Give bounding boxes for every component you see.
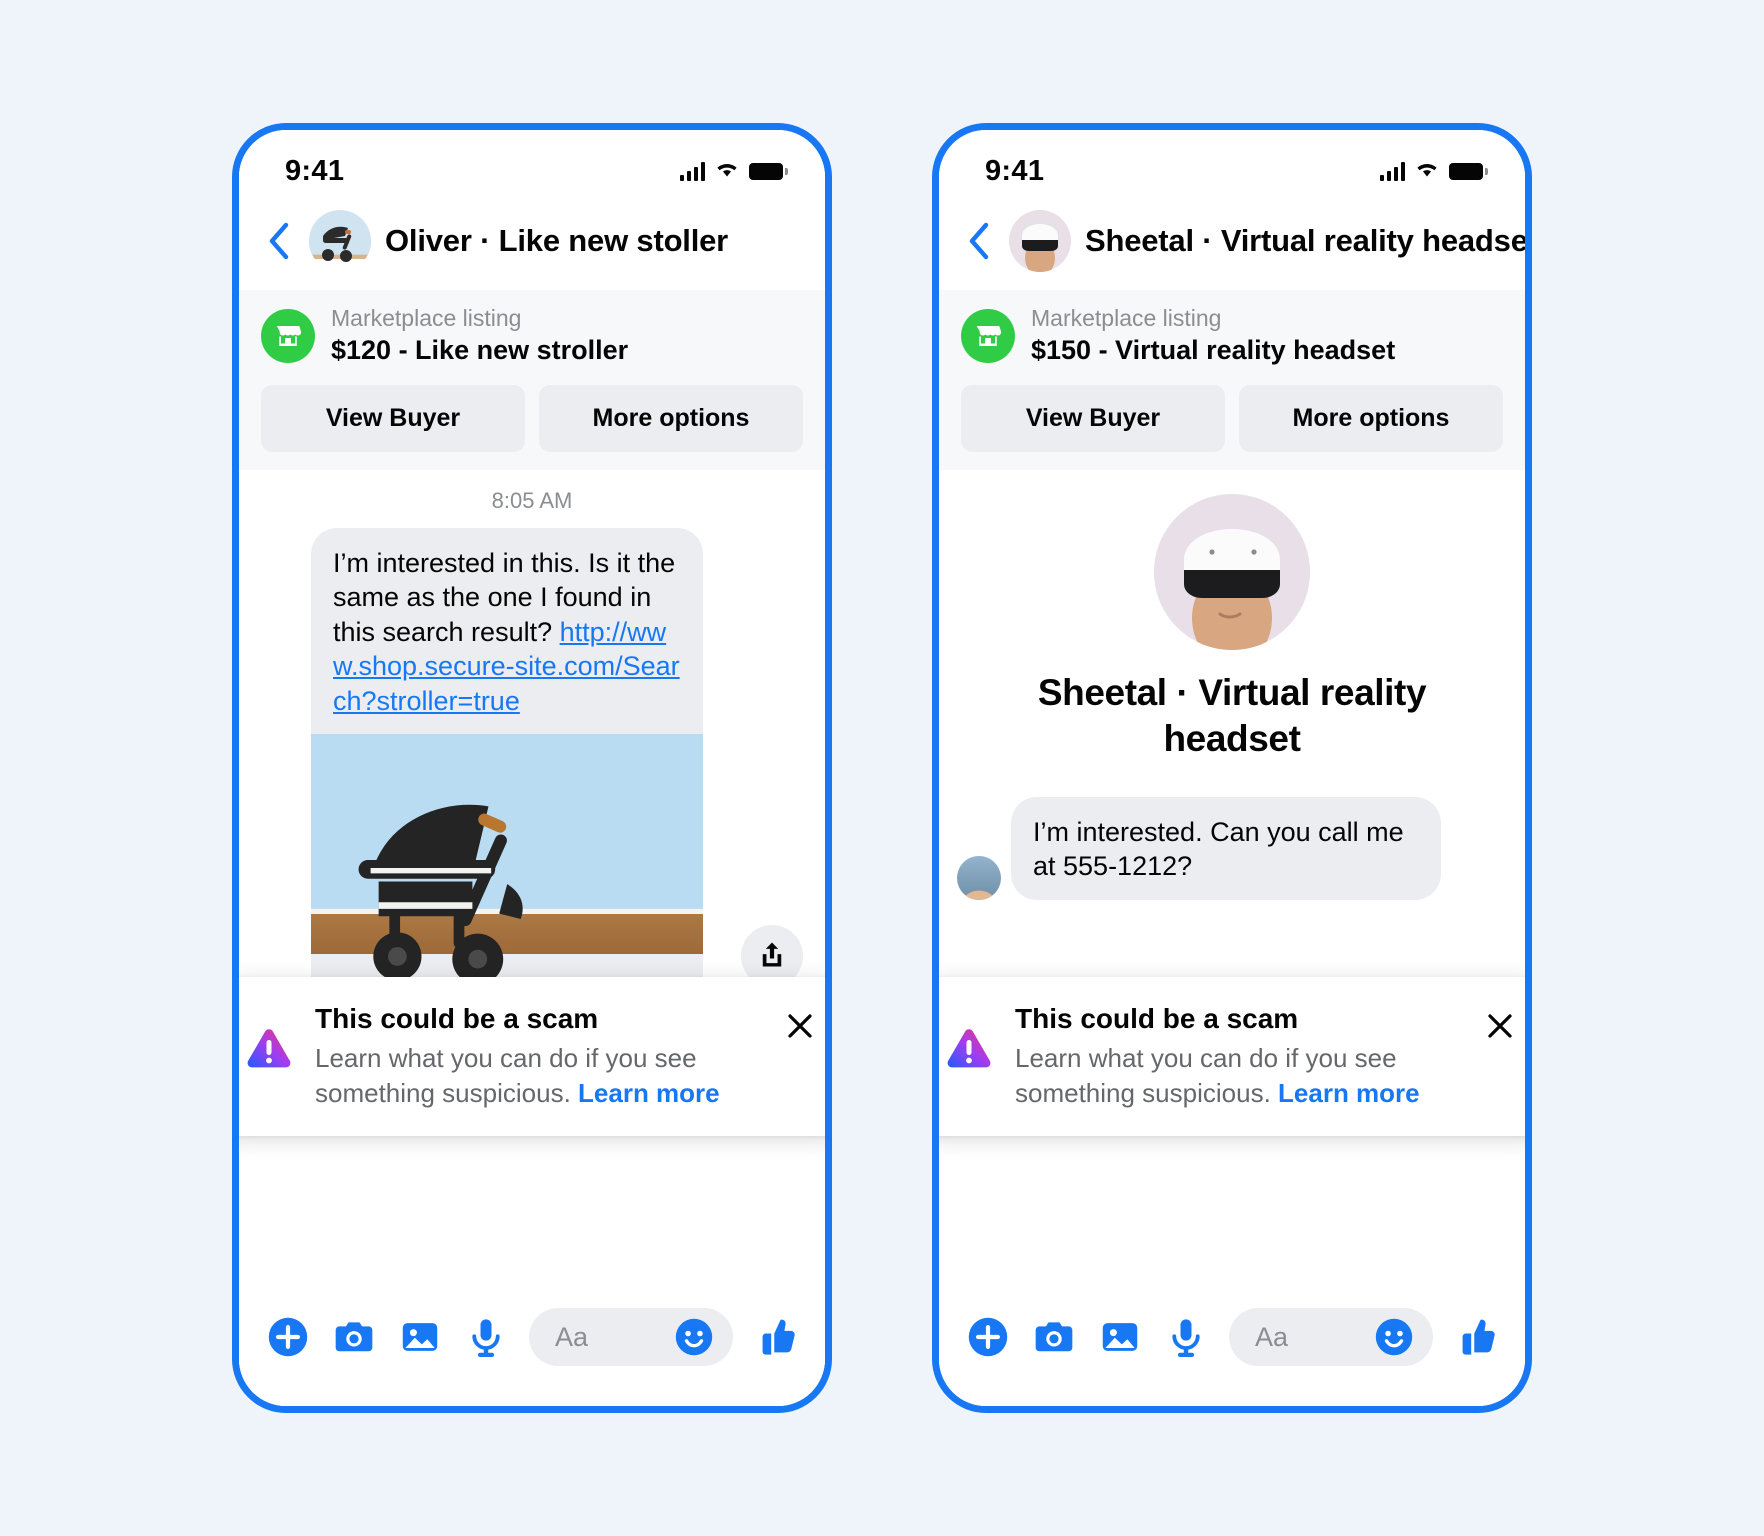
scam-warning-banner-left: This could be a scam Learn what you can …: [239, 977, 825, 1136]
header-separator: ·: [480, 223, 491, 258]
warning-triangle-icon: [941, 1021, 997, 1077]
more-options-button[interactable]: More options: [539, 384, 803, 452]
microphone-icon[interactable]: [463, 1314, 509, 1360]
close-icon[interactable]: [779, 1005, 821, 1047]
chat-header-right: Sheetal · Virtual reality headset: [939, 202, 1525, 290]
message-bubble[interactable]: I’m interested. Can you call me at 555-1…: [1011, 796, 1441, 900]
avatar-sender-right[interactable]: [957, 855, 1001, 900]
wifi-icon: [714, 159, 740, 183]
hero-title: Sheetal · Virtual reality headset: [1037, 671, 1427, 760]
wifi-icon: [1414, 159, 1440, 183]
thumbs-up-icon[interactable]: [753, 1314, 799, 1360]
more-options-button[interactable]: More options: [1239, 384, 1503, 452]
header-person-name: Sheetal: [1085, 223, 1194, 258]
page-title: Oliver · Like new stoller: [385, 223, 728, 259]
plus-circle-icon[interactable]: [965, 1314, 1011, 1360]
listing-kicker: Marketplace listing: [331, 305, 522, 331]
phone-right: 9:41 Sheetal · Virtual reality headset M…: [932, 123, 1532, 1413]
message-thread-right: Sheetal · Virtual reality headset I’m in…: [939, 469, 1525, 1286]
microphone-icon[interactable]: [1163, 1314, 1209, 1360]
view-buyer-button[interactable]: View Buyer: [261, 384, 525, 452]
photo-icon[interactable]: [1097, 1314, 1143, 1360]
battery-icon: [1449, 162, 1488, 180]
message-input[interactable]: Aa: [529, 1308, 733, 1366]
header-item-name: Virtual reality headset: [1220, 223, 1525, 258]
learn-more-link[interactable]: Learn more: [1278, 1078, 1420, 1108]
header-separator: ·: [1202, 223, 1213, 258]
message-thread-left: 8:05 AM I’m interested in this. Is it th…: [239, 469, 825, 1286]
marketplace-store-icon: [261, 308, 315, 363]
status-time: 9:41: [985, 154, 1045, 187]
listing-price-title: $150 - Virtual reality headset: [1031, 334, 1396, 365]
learn-more-link[interactable]: Learn more: [578, 1078, 720, 1108]
photo-icon[interactable]: [397, 1314, 443, 1360]
plus-circle-icon[interactable]: [265, 1314, 311, 1360]
message-input[interactable]: Aa: [1229, 1308, 1433, 1366]
composer-left: Aa: [239, 1286, 825, 1406]
warning-triangle-icon: [241, 1021, 297, 1077]
cellular-bars-icon: [679, 161, 705, 181]
scam-banner-title: This could be a scam: [315, 1003, 599, 1035]
header-person-name: Oliver: [385, 223, 472, 258]
conversation-hero: Sheetal · Virtual reality headset: [939, 470, 1525, 763]
close-icon[interactable]: [1479, 1005, 1521, 1047]
avatar-oliver[interactable]: [309, 210, 371, 272]
status-time: 9:41: [285, 154, 345, 187]
thread-timestamp: 8:05 AM: [491, 487, 573, 513]
header-item-name: Like new stoller: [498, 223, 729, 258]
phone-left: 9:41 Oliver · Like new stoller Marketpla…: [232, 123, 832, 1413]
composer-right: Aa: [939, 1286, 1525, 1406]
chat-header-left: Oliver · Like new stoller: [239, 202, 825, 290]
emoji-smiley-icon[interactable]: [669, 1312, 719, 1362]
avatar-sheetal[interactable]: [1009, 210, 1071, 272]
marketplace-listing-bar-right: Marketplace listing $150 - Virtual reali…: [939, 290, 1525, 470]
scam-banner-title: This could be a scam: [1015, 1003, 1299, 1035]
message-input-placeholder: Aa: [1255, 1321, 1289, 1352]
status-bar-left: 9:41: [239, 130, 825, 202]
back-chevron-icon[interactable]: [961, 221, 995, 261]
message-text: I’m interested. Can you call me at 555-1…: [1033, 816, 1404, 882]
message-row: I’m interested. Can you call me at 555-1…: [939, 796, 1525, 900]
marketplace-listing-bar-left: Marketplace listing $120 - Like new stro…: [239, 290, 825, 470]
page-title: Sheetal · Virtual reality headset: [1085, 223, 1525, 259]
message-input-placeholder: Aa: [555, 1321, 589, 1352]
thumbs-up-icon[interactable]: [1453, 1314, 1499, 1360]
view-buyer-button[interactable]: View Buyer: [961, 384, 1225, 452]
avatar-hero-sheetal[interactable]: [1154, 493, 1310, 650]
status-bar-right: 9:41: [939, 130, 1525, 202]
camera-icon[interactable]: [1031, 1314, 1077, 1360]
listing-price-title: $120 - Like new stroller: [331, 334, 629, 365]
marketplace-store-icon: [961, 308, 1015, 363]
screenshot-stage: 9:41 Oliver · Like new stoller Marketpla…: [0, 0, 1764, 1536]
emoji-smiley-icon[interactable]: [1369, 1312, 1419, 1362]
cellular-bars-icon: [1379, 161, 1405, 181]
battery-icon: [749, 162, 788, 180]
back-chevron-icon[interactable]: [261, 221, 295, 261]
camera-icon[interactable]: [331, 1314, 377, 1360]
listing-kicker: Marketplace listing: [1031, 305, 1222, 331]
scam-warning-banner-right: This could be a scam Learn what you can …: [939, 977, 1525, 1136]
link-preview-image[interactable]: [311, 734, 703, 1017]
